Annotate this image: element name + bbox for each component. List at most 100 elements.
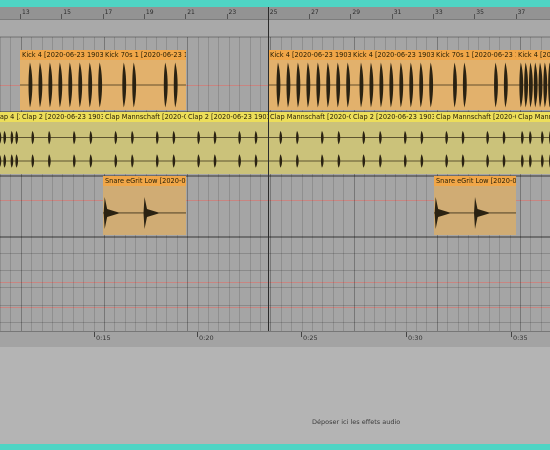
waveform-transient (89, 130, 93, 145)
waveform-transient (31, 154, 35, 168)
grid-line (218, 37, 219, 337)
waveform-transient (78, 62, 83, 108)
kick-clip[interactable]: Kick 4 [2020-06-23 1903 (516, 50, 550, 110)
clap-clip[interactable]: Clap 2 [2020-06-23 1903 (351, 112, 434, 174)
loop-bar[interactable] (0, 20, 550, 37)
bar-number: 15 (63, 9, 71, 16)
snare-clip[interactable]: Snare eGrit Low [2020-06 (434, 176, 516, 235)
waveform-transient (524, 62, 528, 108)
bar-number: 31 (393, 9, 402, 16)
clip-title: Clap Mannschaft [2020-06 (516, 112, 550, 122)
waveform-transient (15, 130, 19, 145)
waveform-transient (197, 154, 200, 168)
waveform-transient (503, 62, 508, 108)
clap-clip[interactable]: Clap Mannschaft [2020-0 (268, 112, 351, 174)
waveform-transient (103, 196, 119, 229)
waveform-transient (379, 154, 382, 168)
waveform-transient (172, 154, 176, 168)
waveform-transient (173, 62, 178, 108)
clip-title: lap 4 [20 (0, 112, 20, 122)
clap-clip[interactable]: Clap 2 [2020-06-23 1903 (186, 112, 268, 174)
waveform (351, 130, 434, 168)
waveform-transient (533, 62, 538, 108)
device-drop-area[interactable]: Déposer ici les effets audio (0, 347, 550, 444)
time-ruler[interactable]: 0:15 0:20 0:25 0:30 0:35 (0, 331, 550, 348)
waveform-transient (529, 130, 532, 145)
waveform-transient (163, 62, 168, 108)
clap-clip[interactable]: Clap Mannschaft [2020-06 (103, 112, 186, 174)
waveform-transient (420, 154, 424, 168)
time-label: 0:20 (199, 334, 214, 342)
waveform-transient (362, 130, 366, 145)
waveform-transient (48, 62, 53, 108)
waveform-transient (326, 62, 331, 108)
kick-clip[interactable]: Kick 70s 1 [2020-06-23 1 (434, 50, 516, 110)
clip-title: Kick 4 [2020-06-23 1903 (351, 50, 434, 60)
waveform-transient (399, 62, 404, 108)
waveform-transient (541, 130, 544, 145)
waveform-transient (213, 154, 217, 168)
waveform-transient (359, 62, 364, 108)
kick-clip[interactable]: Kick 4 [2020-06-23 1903 (20, 50, 103, 110)
waveform-transient (389, 62, 394, 108)
waveform-transient (254, 130, 258, 145)
ruler-tick (309, 14, 311, 19)
waveform-transient (486, 154, 489, 168)
bar-ruler[interactable]: 131517192123252729313335373941 (0, 7, 550, 20)
waveform (103, 130, 186, 168)
waveform-transient (72, 154, 76, 168)
waveform-transient (88, 62, 93, 108)
snare-clip[interactable]: Snare eGrit Low [2020-06 (103, 176, 186, 235)
ruler-tick (226, 14, 228, 19)
waveform-transient (238, 154, 241, 168)
bar-number: 17 (104, 9, 113, 16)
waveform-transient (521, 154, 524, 168)
waveform-transient (114, 154, 118, 168)
waveform-transient (538, 62, 543, 108)
waveform (186, 130, 268, 168)
waveform (0, 130, 20, 168)
bar-number: 35 (476, 9, 484, 16)
waveform-transient (143, 196, 159, 229)
waveform-transient (72, 130, 76, 145)
arrangement-timeline[interactable]: Kick 4 [2020-06-23 1903 Kick 70s 1 [2020… (0, 37, 550, 337)
clip-title: Snare eGrit Low [2020-06 (434, 176, 516, 186)
waveform-transient (519, 62, 524, 108)
waveform (351, 62, 434, 108)
waveform-transient (155, 130, 159, 145)
waveform-transient (48, 130, 51, 145)
playhead-line[interactable] (268, 7, 269, 342)
bar-number: 13 (22, 9, 30, 16)
clap-clip[interactable]: Clap Mannschaft [2020-0 (434, 112, 516, 174)
waveform (516, 62, 550, 108)
waveform-transient (445, 154, 448, 168)
waveform (20, 62, 103, 108)
ruler-tick (391, 14, 393, 19)
waveform-transient (403, 130, 407, 145)
clip-title: Clap 2 [2020-06-23 1903 (351, 112, 434, 122)
waveform (434, 62, 516, 108)
bar-number: 23 (228, 9, 237, 16)
time-tick (301, 332, 302, 337)
kick-clip[interactable]: Kick 4 [2020-06-23 1903 (268, 50, 351, 110)
clap-clip[interactable]: lap 4 [20 (0, 112, 20, 174)
clap-clip[interactable]: Clap 2 [2020-06-23 1903 (20, 112, 103, 174)
clip-title: Clap Mannschaft [2020-0 (268, 112, 351, 122)
waveform-transient (114, 130, 118, 145)
ruler-tick (515, 14, 517, 19)
grid-line (260, 37, 261, 337)
waveform-transient (369, 62, 374, 108)
kick-clip[interactable]: Kick 70s 1 [2020-06-23 1 (103, 50, 186, 110)
bar-number: 29 (352, 9, 361, 16)
bar-number: 19 (145, 9, 154, 16)
waveform-transient (337, 154, 341, 168)
waveform-transient (474, 196, 489, 229)
waveform-transient (122, 62, 127, 108)
waveform-transient (172, 130, 176, 145)
kick-clip[interactable]: Kick 4 [2020-06-23 1903 (351, 50, 434, 110)
waveform-transient (238, 130, 241, 145)
clip-title: Snare eGrit Low [2020-06 (103, 176, 186, 186)
clap-clip[interactable]: Clap Mannschaft [2020-06 (516, 112, 550, 174)
waveform-transient (320, 154, 324, 168)
waveform-transient (68, 62, 73, 108)
